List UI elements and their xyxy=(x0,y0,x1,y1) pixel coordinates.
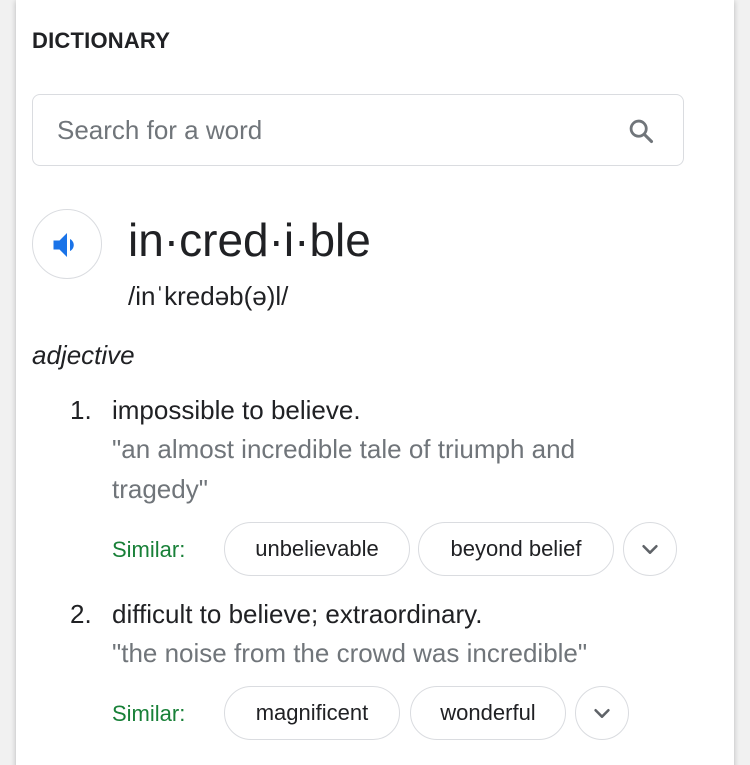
sense-number: 2. xyxy=(70,599,92,629)
sense-example: "the noise from the crowd was incredible… xyxy=(112,638,588,668)
section-title: DICTIONARY xyxy=(32,28,171,53)
headword: in·cred·i·ble xyxy=(128,214,371,266)
search-input[interactable] xyxy=(57,95,597,165)
chevron-down-icon xyxy=(594,708,610,718)
similar-label: Similar: xyxy=(112,701,186,726)
chevron-down-icon xyxy=(642,544,658,554)
sense-definition: difficult to believe; extraordinary. xyxy=(112,599,483,629)
similar-chip[interactable]: beyond belief xyxy=(418,522,614,576)
similar-chip[interactable]: magnificent xyxy=(224,686,400,740)
expand-similar-button[interactable] xyxy=(623,522,677,576)
sense-example: tragedy" xyxy=(112,474,208,504)
sense-number: 1. xyxy=(70,395,92,425)
search-icon[interactable] xyxy=(627,117,655,145)
speaker-icon xyxy=(53,233,74,257)
sense-definition: impossible to believe. xyxy=(112,395,361,425)
part-of-speech: adjective xyxy=(32,340,135,370)
sense-example: "an almost incredible tale of triumph an… xyxy=(112,434,576,464)
similar-chip[interactable]: unbelievable xyxy=(224,522,410,576)
pronounce-button[interactable] xyxy=(32,209,102,279)
search-box[interactable] xyxy=(32,94,684,166)
expand-similar-button[interactable] xyxy=(575,686,629,740)
similar-chip[interactable]: wonderful xyxy=(410,686,566,740)
similar-label: Similar: xyxy=(112,537,186,562)
phonetic-spelling: /inˈkredəb(ə)l/ xyxy=(128,281,289,311)
